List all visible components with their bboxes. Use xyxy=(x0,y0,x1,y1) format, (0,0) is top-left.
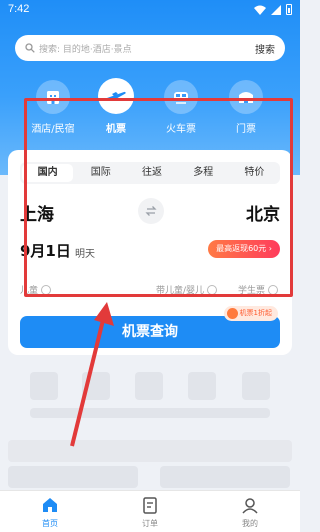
blurred-banner xyxy=(8,440,292,462)
train-icon xyxy=(174,92,188,104)
date-weekday: 明天 xyxy=(75,249,95,260)
option-with-child-infant[interactable]: 带儿童/婴儿 xyxy=(156,283,218,296)
tab-multi-city[interactable]: 多程 xyxy=(178,162,229,184)
trip-type-tabs: 国内 国际 往返 多程 特价 xyxy=(20,162,280,184)
tab-international[interactable]: 国际 xyxy=(75,162,126,184)
flight-booking-card: 国内 国际 往返 多程 特价 上海 北京 9月1日 明天 最高返现60元 › 儿… xyxy=(8,150,292,355)
blurred-card xyxy=(8,466,138,488)
nav-profile[interactable]: 我的 xyxy=(200,491,300,532)
discount-icon xyxy=(226,308,238,319)
category-label: 火车票 xyxy=(166,124,196,135)
blurred-shortcut xyxy=(242,372,270,400)
nav-label: 我的 xyxy=(242,519,258,528)
date-row[interactable]: 9月1日 明天 最高返现60元 › xyxy=(20,240,280,262)
search-input[interactable]: 搜索: 目的地·酒店·景点 xyxy=(39,42,255,55)
departure-city[interactable]: 上海 xyxy=(20,200,54,225)
option-label: 学生票 xyxy=(238,286,266,296)
pointer-arrow-icon xyxy=(70,302,114,447)
blurred-shortcut xyxy=(30,372,58,400)
home-icon xyxy=(43,498,57,512)
category-train[interactable]: 火车票 xyxy=(146,80,216,135)
blurred-shortcut xyxy=(188,372,216,400)
swap-icon xyxy=(145,206,157,216)
discount-badge: 机票1折起 xyxy=(223,306,278,321)
nav-orders[interactable]: 订单 xyxy=(100,491,200,532)
option-label: 儿童 xyxy=(20,286,39,296)
status-icons xyxy=(254,4,292,15)
bottom-nav: 首页 订单 我的 xyxy=(0,490,300,532)
option-student[interactable]: 学生票 xyxy=(238,283,279,296)
option-label: 带儿童/婴儿 xyxy=(156,286,205,296)
search-icon xyxy=(25,43,35,53)
category-label: 机票 xyxy=(106,124,126,135)
order-icon xyxy=(143,497,157,514)
swap-cities-button[interactable] xyxy=(138,198,164,224)
tab-special-price[interactable]: 特价 xyxy=(229,162,280,184)
profile-icon xyxy=(242,498,258,514)
departure-date[interactable]: 9月1日 xyxy=(20,240,71,261)
nav-home[interactable]: 首页 xyxy=(0,491,100,532)
nav-label: 首页 xyxy=(42,519,58,528)
discount-badge-label: 机票1折起 xyxy=(239,309,272,317)
category-label: 门票 xyxy=(236,124,256,135)
blurred-shortcut xyxy=(135,372,163,400)
category-label: 酒店/民宿 xyxy=(31,124,75,135)
blurred-card xyxy=(160,466,290,488)
wifi-icon xyxy=(254,5,266,15)
signal-icon xyxy=(271,4,281,15)
passenger-options: 儿童 带儿童/婴儿 学生票 xyxy=(20,283,284,297)
arrival-city[interactable]: 北京 xyxy=(246,200,280,225)
plane-icon xyxy=(107,91,126,101)
category-ticket[interactable]: 门票 xyxy=(211,80,281,135)
cashback-promo-badge[interactable]: 最高返现60元 › xyxy=(208,240,280,258)
battery-icon xyxy=(286,4,292,15)
option-child[interactable]: 儿童 xyxy=(20,283,52,296)
search-bar[interactable]: 搜索: 目的地·酒店·景点 搜索 xyxy=(15,35,285,61)
category-flight[interactable]: 机票 xyxy=(81,78,151,135)
category-hotel[interactable]: 酒店/民宿 xyxy=(18,80,88,135)
status-bar: 7:42 xyxy=(0,0,300,22)
tab-domestic[interactable]: 国内 xyxy=(22,164,74,182)
nav-label: 订单 xyxy=(142,519,158,528)
checkbox-icon[interactable] xyxy=(207,284,218,295)
status-time: 7:42 xyxy=(8,3,30,15)
tab-round-trip[interactable]: 往返 xyxy=(126,162,177,184)
hotel-icon xyxy=(47,91,59,104)
ticket-icon xyxy=(239,92,253,103)
route-row: 上海 北京 xyxy=(20,198,280,225)
category-nav: 酒店/民宿 机票 火车票 门票 xyxy=(0,78,300,140)
search-button[interactable]: 搜索 xyxy=(255,41,275,56)
checkbox-icon[interactable] xyxy=(41,284,52,295)
checkbox-icon[interactable] xyxy=(268,284,279,295)
